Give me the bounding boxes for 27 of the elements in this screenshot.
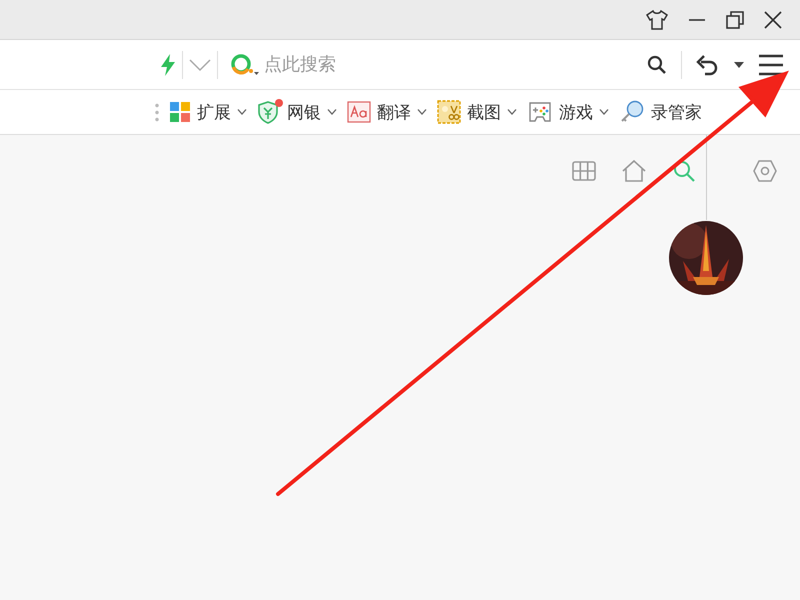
restore-icon[interactable] xyxy=(726,10,744,28)
skin-icon[interactable] xyxy=(646,10,668,30)
undo-icon[interactable] xyxy=(696,54,720,76)
toolbar-menu-button[interactable]: 扩展 xyxy=(169,100,247,124)
toolbar-link[interactable]: 录管家 xyxy=(619,100,702,124)
hexagon-settings-icon[interactable] xyxy=(753,160,777,182)
gamepad-icon xyxy=(527,101,553,123)
toolbar-menu-button[interactable]: 游戏 xyxy=(527,100,609,124)
apps-icon xyxy=(169,101,191,123)
translate-icon xyxy=(347,101,371,123)
toolbar-menu-button[interactable]: 截图 xyxy=(437,100,517,124)
caret-icon xyxy=(599,109,609,115)
menu-icon[interactable] xyxy=(758,54,784,76)
close-icon[interactable] xyxy=(764,10,782,28)
home-icon[interactable] xyxy=(621,159,647,183)
shield-icon xyxy=(257,100,281,124)
caret-icon[interactable] xyxy=(734,62,744,68)
caret-icon xyxy=(507,109,517,115)
search-icon[interactable] xyxy=(647,54,667,74)
toolbar-menu-button[interactable]: 翻译 xyxy=(347,100,427,124)
caret-icon xyxy=(237,109,247,115)
toolbar-menu-button[interactable]: 网银 xyxy=(257,100,337,124)
caret-icon xyxy=(417,109,427,115)
key-icon xyxy=(619,100,645,124)
caret-icon xyxy=(327,109,337,115)
scissors-icon xyxy=(437,100,461,124)
grid-icon[interactable] xyxy=(572,161,596,181)
